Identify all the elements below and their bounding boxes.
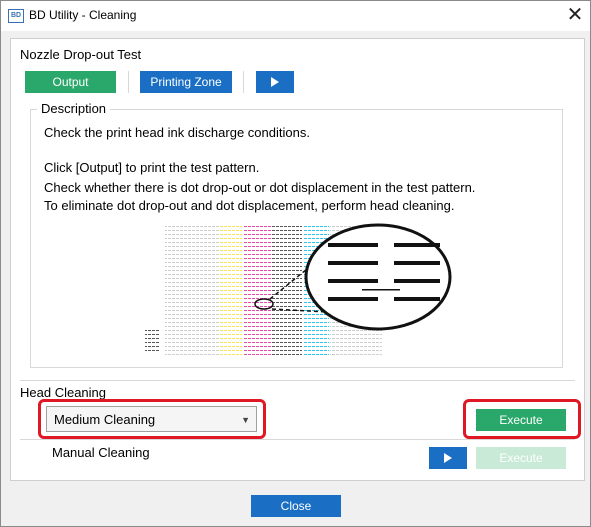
printing-zone-button[interactable]: Printing Zone <box>140 71 232 93</box>
nozzle-test-title: Nozzle Drop-out Test <box>20 47 142 62</box>
manual-play-button[interactable] <box>429 447 467 469</box>
close-button[interactable]: Close <box>251 495 341 517</box>
test-pattern-illustration <box>145 223 452 357</box>
description-text: Check the print head ink discharge condi… <box>44 125 310 140</box>
toolbar-separator <box>243 71 244 93</box>
section-divider <box>20 439 575 440</box>
highlight-execute <box>463 399 581 439</box>
window-title: BD Utility - Cleaning <box>29 8 137 22</box>
play-icon <box>271 77 279 87</box>
nozzle-play-button[interactable] <box>256 71 294 93</box>
main-panel: Nozzle Drop-out Test Output Printing Zon… <box>10 38 585 481</box>
highlight-select <box>38 399 266 439</box>
head-cleaning-title: Head Cleaning <box>20 385 107 400</box>
cleaning-dialog: BD BD Utility - Cleaning ✕ Nozzle Drop-o… <box>0 0 591 527</box>
title-bar: BD BD Utility - Cleaning ✕ <box>1 1 590 31</box>
description-text: Check whether there is dot drop-out or d… <box>44 180 476 195</box>
toolbar-separator <box>128 71 129 93</box>
close-icon[interactable]: ✕ <box>562 3 588 29</box>
output-button[interactable]: Output <box>25 71 116 93</box>
manual-execute-button[interactable]: Execute <box>476 447 566 469</box>
app-icon: BD <box>8 9 24 23</box>
manual-cleaning-label: Manual Cleaning <box>52 445 150 460</box>
play-icon <box>444 453 452 463</box>
description-legend: Description <box>37 101 111 116</box>
description-text: Click [Output] to print the test pattern… <box>44 160 260 175</box>
section-divider <box>20 380 575 381</box>
description-text: To eliminate dot drop-out and dot displa… <box>44 198 455 213</box>
